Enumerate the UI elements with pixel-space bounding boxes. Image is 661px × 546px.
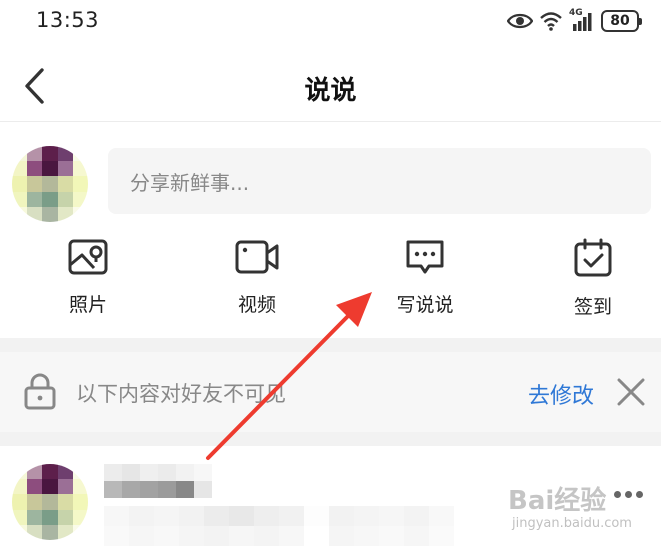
avatar[interactable] (12, 464, 88, 540)
status-time: 13:53 (36, 8, 100, 32)
section-divider (0, 432, 661, 446)
more-options-button[interactable] (614, 486, 650, 502)
wifi-icon (540, 12, 562, 31)
status-bar: 13:53 4G 80 (0, 0, 661, 44)
dot-icon (625, 490, 632, 498)
avatar[interactable] (12, 146, 88, 222)
write-post-label: 写说说 (396, 294, 454, 316)
check-in-button[interactable]: 签到 (538, 234, 648, 324)
edit-visibility-link[interactable]: 去修改 (528, 378, 594, 410)
status-icons: 4G 80 (507, 8, 642, 33)
composer-section: 分享新鲜事... 照片 视频 写说说 签到 (0, 122, 661, 338)
check-in-label: 签到 (573, 296, 612, 318)
photo-button[interactable]: 照片 (33, 234, 143, 324)
blurred-post-meta (104, 506, 454, 546)
page-title: 说说 (304, 76, 357, 106)
visibility-notice: 以下内容对好友不可见 去修改 (0, 352, 661, 432)
notice-text: 以下内容对好友不可见 (76, 382, 286, 406)
nav-bar: 说说 (0, 50, 661, 122)
dot-icon (614, 490, 621, 498)
video-button[interactable]: 视频 (202, 234, 312, 324)
composer-actions: 照片 视频 写说说 签到 (0, 234, 661, 324)
calendar-check-icon (574, 238, 612, 277)
battery-indicator: 80 (601, 10, 642, 32)
feed-item[interactable] (0, 446, 661, 546)
write-post-button[interactable]: 写说说 (370, 234, 480, 324)
share-input[interactable]: 分享新鲜事... (108, 148, 651, 214)
blurred-username (104, 464, 212, 498)
eye-icon (507, 13, 533, 29)
close-icon[interactable] (614, 375, 648, 409)
video-camera-icon (235, 240, 279, 274)
dot-icon (636, 490, 643, 498)
video-label: 视频 (237, 294, 276, 316)
lock-icon (24, 373, 56, 410)
section-divider (0, 338, 661, 352)
cellular-signal-icon: 4G (569, 8, 595, 32)
photo-icon (68, 239, 108, 275)
message-icon (406, 240, 444, 274)
photo-label: 照片 (68, 294, 107, 316)
